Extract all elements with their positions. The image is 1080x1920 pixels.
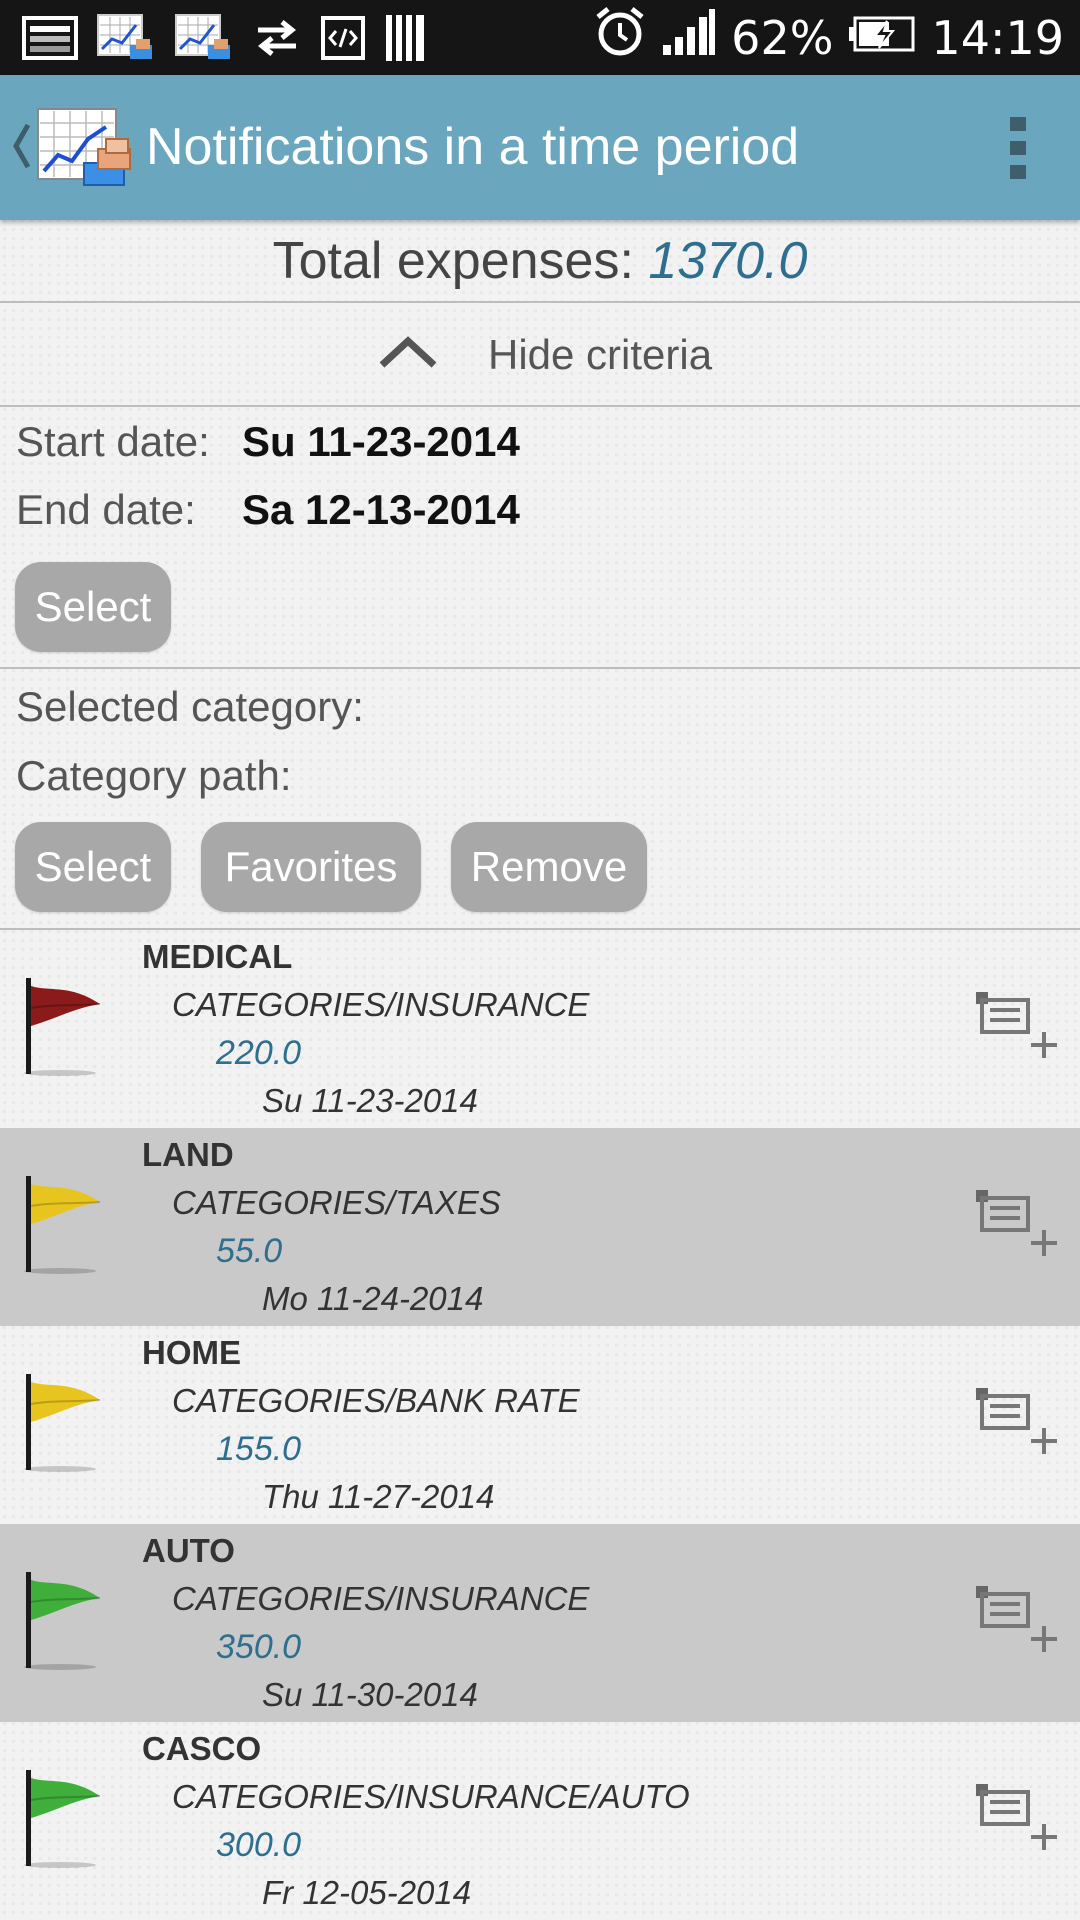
- total-expenses-value: 1370.0: [648, 232, 808, 290]
- battery-charging-icon: [847, 11, 917, 65]
- item-path: CATEGORIES/INSURANCE/AUTO: [172, 1778, 690, 1815]
- divider: [0, 667, 1080, 669]
- app-logo-icon[interactable]: [36, 105, 136, 194]
- chart-app-icon: [96, 13, 156, 63]
- hide-criteria-label: Hide criteria: [488, 331, 713, 378]
- select-category-button[interactable]: Select: [15, 822, 171, 912]
- flag-icon: [20, 978, 110, 1083]
- list-item[interactable]: CASCO CATEGORIES/INSURANCE/AUTO 300.0 Fr…: [0, 1722, 1080, 1920]
- add-to-list-icon[interactable]: [976, 1586, 1060, 1661]
- item-amount: 55.0: [216, 1232, 283, 1270]
- status-icons-right: 62% 14:19: [593, 0, 1064, 75]
- chevron-up-icon: [378, 335, 438, 374]
- flag-icon: [20, 1176, 110, 1281]
- add-to-list-icon[interactable]: [976, 1190, 1060, 1265]
- selected-category-label: Selected category:: [16, 683, 364, 730]
- end-date-value: Sa 12-13-2014: [242, 486, 520, 533]
- total-expenses: Total expenses: 1370.0: [0, 222, 1080, 300]
- battery-percent: 62%: [731, 10, 834, 65]
- item-path: CATEGORIES/BANK RATE: [172, 1382, 580, 1419]
- barcode-icon: [384, 13, 428, 63]
- item-amount: 350.0: [216, 1628, 302, 1666]
- item-date: Mo 11-24-2014: [262, 1280, 484, 1317]
- item-amount: 220.0: [216, 1034, 302, 1072]
- code-icon: [320, 13, 366, 63]
- item-date: Su 11-23-2014: [262, 1082, 478, 1119]
- total-expenses-label: Total expenses:: [272, 232, 634, 290]
- item-path: CATEGORIES/INSURANCE: [172, 986, 590, 1023]
- add-to-list-icon[interactable]: [976, 1784, 1060, 1859]
- flag-icon: [20, 1374, 110, 1479]
- status-bar: 62% 14:19: [0, 0, 1080, 75]
- overflow-menu-icon[interactable]: [1010, 117, 1026, 179]
- status-icons-left: [22, 10, 428, 65]
- alarm-icon: [593, 5, 647, 70]
- flag-icon: [20, 1572, 110, 1677]
- category-path-label: Category path:: [16, 752, 292, 799]
- item-name: LAND: [142, 1136, 234, 1173]
- list-item[interactable]: LAND CATEGORIES/TAXES 55.0 Mo 11-24-2014: [0, 1128, 1080, 1326]
- item-name: HOME: [142, 1334, 241, 1371]
- divider: [0, 301, 1080, 303]
- hide-criteria-toggle[interactable]: Hide criteria: [0, 305, 1080, 405]
- page-title: Notifications in a time period: [146, 118, 800, 176]
- item-date: Fr 12-05-2014: [262, 1874, 472, 1911]
- start-date-value: Su 11-23-2014: [242, 418, 520, 465]
- list-item[interactable]: AUTO CATEGORIES/INSURANCE 350.0 Su 11-30…: [0, 1524, 1080, 1722]
- select-dates-button[interactable]: Select: [15, 562, 171, 652]
- end-date-label: End date:: [16, 486, 196, 533]
- item-amount: 300.0: [216, 1826, 302, 1864]
- item-path: CATEGORIES/TAXES: [172, 1184, 501, 1221]
- list-item[interactable]: MEDICAL CATEGORIES/INSURANCE 220.0 Su 11…: [0, 930, 1080, 1128]
- add-to-list-icon[interactable]: [976, 992, 1060, 1067]
- favorites-button[interactable]: Favorites: [201, 822, 421, 912]
- remove-category-button[interactable]: Remove: [451, 822, 647, 912]
- item-name: AUTO: [142, 1532, 235, 1569]
- sync-arrows-icon: [252, 13, 302, 63]
- chart-app-icon: [174, 13, 234, 63]
- picture-icon: [22, 13, 78, 63]
- item-date: Su 11-30-2014: [262, 1676, 478, 1713]
- notification-list: MEDICAL CATEGORIES/INSURANCE 220.0 Su 11…: [0, 930, 1080, 1920]
- action-bar: Notifications in a time period: [0, 75, 1080, 220]
- flag-icon: [20, 1770, 110, 1875]
- item-path: CATEGORIES/INSURANCE: [172, 1580, 590, 1617]
- signal-icon: [661, 7, 717, 68]
- start-date-label: Start date:: [16, 418, 210, 465]
- clock-time: 14:19: [931, 10, 1064, 65]
- add-to-list-icon[interactable]: [976, 1388, 1060, 1463]
- item-name: MEDICAL: [142, 938, 293, 975]
- item-amount: 155.0: [216, 1430, 302, 1468]
- item-date: Thu 11-27-2014: [262, 1478, 495, 1515]
- divider: [0, 405, 1080, 407]
- back-chevron-icon[interactable]: [10, 121, 32, 176]
- item-name: CASCO: [142, 1730, 262, 1767]
- list-item[interactable]: HOME CATEGORIES/BANK RATE 155.0 Thu 11-2…: [0, 1326, 1080, 1524]
